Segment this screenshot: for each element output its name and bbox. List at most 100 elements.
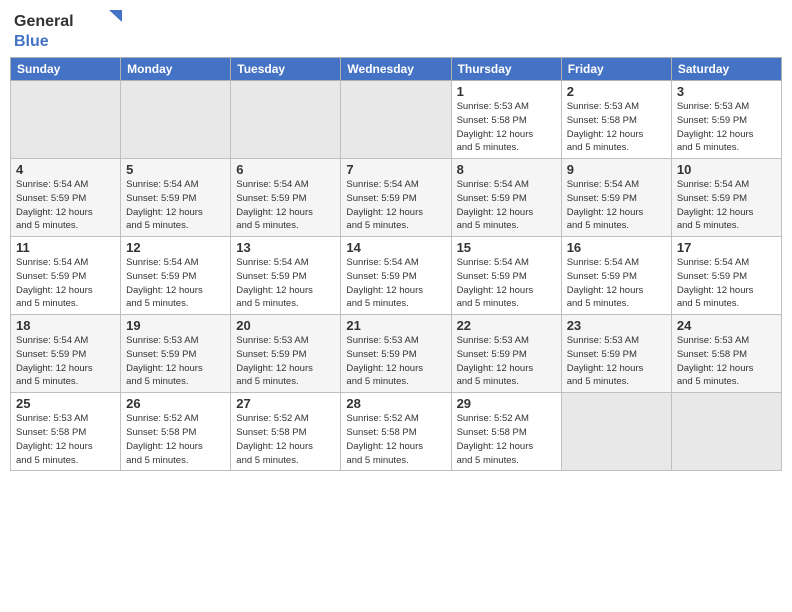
calendar-cell-day-27: 27Sunrise: 5:52 AM Sunset: 5:58 PM Dayli… <box>231 393 341 471</box>
day-number: 15 <box>457 240 556 255</box>
calendar-cell-empty <box>121 81 231 159</box>
weekday-header-row: SundayMondayTuesdayWednesdayThursdayFrid… <box>11 58 782 81</box>
day-info: Sunrise: 5:54 AM Sunset: 5:59 PM Dayligh… <box>677 256 776 311</box>
weekday-header-monday: Monday <box>121 58 231 81</box>
day-info: Sunrise: 5:52 AM Sunset: 5:58 PM Dayligh… <box>457 412 556 467</box>
day-number: 19 <box>126 318 225 333</box>
calendar-cell-day-13: 13Sunrise: 5:54 AM Sunset: 5:59 PM Dayli… <box>231 237 341 315</box>
day-number: 2 <box>567 84 666 99</box>
calendar-cell-day-18: 18Sunrise: 5:54 AM Sunset: 5:59 PM Dayli… <box>11 315 121 393</box>
day-info: Sunrise: 5:54 AM Sunset: 5:59 PM Dayligh… <box>126 178 225 233</box>
logo: General Blue <box>14 8 124 53</box>
day-info: Sunrise: 5:54 AM Sunset: 5:59 PM Dayligh… <box>346 178 445 233</box>
calendar-cell-empty <box>561 393 671 471</box>
calendar-cell-day-21: 21Sunrise: 5:53 AM Sunset: 5:59 PM Dayli… <box>341 315 451 393</box>
calendar-cell-empty <box>671 393 781 471</box>
day-info: Sunrise: 5:53 AM Sunset: 5:58 PM Dayligh… <box>457 100 556 155</box>
calendar-cell-day-25: 25Sunrise: 5:53 AM Sunset: 5:58 PM Dayli… <box>11 393 121 471</box>
day-info: Sunrise: 5:54 AM Sunset: 5:59 PM Dayligh… <box>126 256 225 311</box>
day-info: Sunrise: 5:54 AM Sunset: 5:59 PM Dayligh… <box>567 178 666 233</box>
day-number: 25 <box>16 396 115 411</box>
day-info: Sunrise: 5:53 AM Sunset: 5:58 PM Dayligh… <box>677 334 776 389</box>
calendar-cell-day-28: 28Sunrise: 5:52 AM Sunset: 5:58 PM Dayli… <box>341 393 451 471</box>
day-number: 21 <box>346 318 445 333</box>
day-number: 8 <box>457 162 556 177</box>
calendar-cell-day-9: 9Sunrise: 5:54 AM Sunset: 5:59 PM Daylig… <box>561 159 671 237</box>
calendar-cell-day-16: 16Sunrise: 5:54 AM Sunset: 5:59 PM Dayli… <box>561 237 671 315</box>
day-info: Sunrise: 5:53 AM Sunset: 5:59 PM Dayligh… <box>457 334 556 389</box>
calendar-cell-empty <box>231 81 341 159</box>
calendar-row-4: 18Sunrise: 5:54 AM Sunset: 5:59 PM Dayli… <box>11 315 782 393</box>
calendar-cell-empty <box>11 81 121 159</box>
day-info: Sunrise: 5:54 AM Sunset: 5:59 PM Dayligh… <box>16 256 115 311</box>
day-info: Sunrise: 5:54 AM Sunset: 5:59 PM Dayligh… <box>236 178 335 233</box>
day-info: Sunrise: 5:53 AM Sunset: 5:59 PM Dayligh… <box>126 334 225 389</box>
day-number: 12 <box>126 240 225 255</box>
day-info: Sunrise: 5:54 AM Sunset: 5:59 PM Dayligh… <box>567 256 666 311</box>
calendar-cell-day-3: 3Sunrise: 5:53 AM Sunset: 5:59 PM Daylig… <box>671 81 781 159</box>
svg-text:Blue: Blue <box>14 33 49 50</box>
calendar-cell-day-8: 8Sunrise: 5:54 AM Sunset: 5:59 PM Daylig… <box>451 159 561 237</box>
calendar-cell-day-1: 1Sunrise: 5:53 AM Sunset: 5:58 PM Daylig… <box>451 81 561 159</box>
day-info: Sunrise: 5:52 AM Sunset: 5:58 PM Dayligh… <box>346 412 445 467</box>
header: General Blue <box>0 0 792 57</box>
day-number: 28 <box>346 396 445 411</box>
day-number: 10 <box>677 162 776 177</box>
calendar-row-5: 25Sunrise: 5:53 AM Sunset: 5:58 PM Dayli… <box>11 393 782 471</box>
day-info: Sunrise: 5:53 AM Sunset: 5:59 PM Dayligh… <box>567 334 666 389</box>
day-info: Sunrise: 5:54 AM Sunset: 5:59 PM Dayligh… <box>16 334 115 389</box>
calendar: SundayMondayTuesdayWednesdayThursdayFrid… <box>10 57 782 471</box>
day-number: 27 <box>236 396 335 411</box>
weekday-header-friday: Friday <box>561 58 671 81</box>
day-number: 3 <box>677 84 776 99</box>
svg-text:General: General <box>14 13 74 30</box>
weekday-header-sunday: Sunday <box>11 58 121 81</box>
day-info: Sunrise: 5:54 AM Sunset: 5:59 PM Dayligh… <box>677 178 776 233</box>
day-number: 11 <box>16 240 115 255</box>
day-number: 26 <box>126 396 225 411</box>
weekday-header-thursday: Thursday <box>451 58 561 81</box>
day-number: 20 <box>236 318 335 333</box>
calendar-cell-day-10: 10Sunrise: 5:54 AM Sunset: 5:59 PM Dayli… <box>671 159 781 237</box>
calendar-cell-day-15: 15Sunrise: 5:54 AM Sunset: 5:59 PM Dayli… <box>451 237 561 315</box>
calendar-cell-day-29: 29Sunrise: 5:52 AM Sunset: 5:58 PM Dayli… <box>451 393 561 471</box>
day-number: 6 <box>236 162 335 177</box>
day-info: Sunrise: 5:53 AM Sunset: 5:59 PM Dayligh… <box>346 334 445 389</box>
calendar-cell-day-19: 19Sunrise: 5:53 AM Sunset: 5:59 PM Dayli… <box>121 315 231 393</box>
day-number: 18 <box>16 318 115 333</box>
weekday-header-wednesday: Wednesday <box>341 58 451 81</box>
day-info: Sunrise: 5:53 AM Sunset: 5:59 PM Dayligh… <box>677 100 776 155</box>
day-number: 13 <box>236 240 335 255</box>
day-number: 24 <box>677 318 776 333</box>
day-info: Sunrise: 5:52 AM Sunset: 5:58 PM Dayligh… <box>126 412 225 467</box>
day-number: 5 <box>126 162 225 177</box>
day-info: Sunrise: 5:53 AM Sunset: 5:59 PM Dayligh… <box>236 334 335 389</box>
day-number: 7 <box>346 162 445 177</box>
calendar-row-3: 11Sunrise: 5:54 AM Sunset: 5:59 PM Dayli… <box>11 237 782 315</box>
day-info: Sunrise: 5:54 AM Sunset: 5:59 PM Dayligh… <box>457 256 556 311</box>
day-number: 14 <box>346 240 445 255</box>
calendar-cell-day-26: 26Sunrise: 5:52 AM Sunset: 5:58 PM Dayli… <box>121 393 231 471</box>
day-number: 22 <box>457 318 556 333</box>
day-number: 17 <box>677 240 776 255</box>
weekday-header-saturday: Saturday <box>671 58 781 81</box>
day-info: Sunrise: 5:54 AM Sunset: 5:59 PM Dayligh… <box>346 256 445 311</box>
calendar-cell-day-11: 11Sunrise: 5:54 AM Sunset: 5:59 PM Dayli… <box>11 237 121 315</box>
calendar-cell-day-17: 17Sunrise: 5:54 AM Sunset: 5:59 PM Dayli… <box>671 237 781 315</box>
day-number: 9 <box>567 162 666 177</box>
calendar-cell-day-6: 6Sunrise: 5:54 AM Sunset: 5:59 PM Daylig… <box>231 159 341 237</box>
calendar-cell-day-2: 2Sunrise: 5:53 AM Sunset: 5:58 PM Daylig… <box>561 81 671 159</box>
calendar-cell-day-24: 24Sunrise: 5:53 AM Sunset: 5:58 PM Dayli… <box>671 315 781 393</box>
calendar-cell-day-12: 12Sunrise: 5:54 AM Sunset: 5:59 PM Dayli… <box>121 237 231 315</box>
day-number: 29 <box>457 396 556 411</box>
calendar-cell-day-14: 14Sunrise: 5:54 AM Sunset: 5:59 PM Dayli… <box>341 237 451 315</box>
weekday-header-tuesday: Tuesday <box>231 58 341 81</box>
day-number: 23 <box>567 318 666 333</box>
day-info: Sunrise: 5:54 AM Sunset: 5:59 PM Dayligh… <box>16 178 115 233</box>
calendar-cell-day-23: 23Sunrise: 5:53 AM Sunset: 5:59 PM Dayli… <box>561 315 671 393</box>
calendar-cell-empty <box>341 81 451 159</box>
calendar-cell-day-5: 5Sunrise: 5:54 AM Sunset: 5:59 PM Daylig… <box>121 159 231 237</box>
logo-svg: General Blue <box>14 8 124 53</box>
day-number: 1 <box>457 84 556 99</box>
day-info: Sunrise: 5:53 AM Sunset: 5:58 PM Dayligh… <box>16 412 115 467</box>
